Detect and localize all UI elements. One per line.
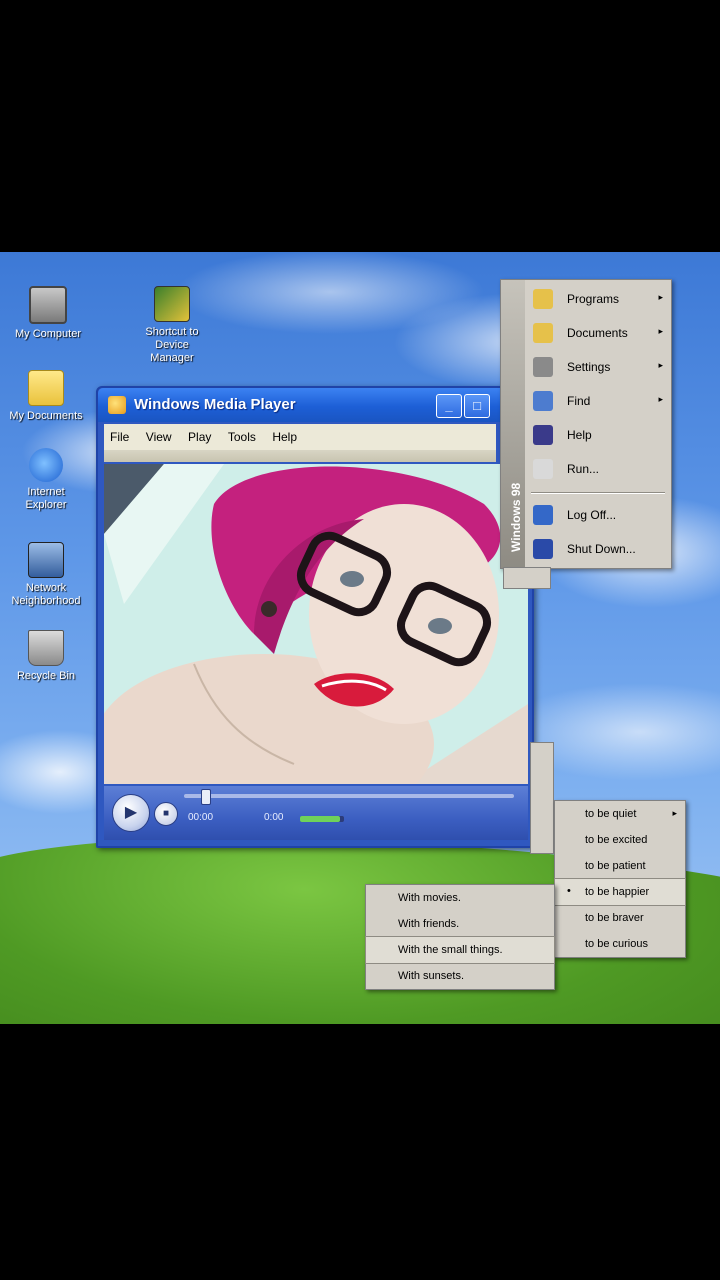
submenu-arrow-icon: ▸ (658, 326, 663, 336)
menu-item[interactable]: to be excited (555, 827, 685, 853)
start-menu-item-label: Log Off... (567, 508, 617, 522)
folder-icon (28, 370, 64, 406)
start-menu-item[interactable]: Help (529, 420, 669, 450)
playback-controls: ▶ ■ 00:00 0:00 (104, 786, 528, 840)
menu-item[interactable]: • to be happier (554, 878, 686, 906)
start-menu-item[interactable]: Documents ▸ (529, 318, 669, 348)
menu-item-label: to be curious (585, 938, 648, 950)
window-title: Windows Media Player (134, 396, 296, 413)
submenu-with: With movies. With friends. With the small … (365, 884, 555, 990)
desktop-icon-my-computer[interactable]: My Computer (8, 286, 88, 341)
find-icon (533, 391, 553, 411)
log-off-icon (533, 505, 553, 525)
title-bar[interactable]: Windows Media Player _ □ (98, 388, 532, 422)
start-menu-item[interactable]: Run... (529, 454, 669, 484)
menu-item[interactable]: to be patient (555, 853, 685, 879)
programs-icon (533, 289, 553, 309)
bullet-icon: • (567, 885, 571, 897)
seek-bar[interactable] (184, 789, 514, 805)
menu-item-label: With sunsets. (398, 970, 465, 982)
stop-button[interactable]: ■ (154, 802, 178, 826)
menu-item[interactable]: With movies. (366, 885, 554, 911)
menu-file[interactable]: File (110, 430, 129, 444)
device-manager-icon (154, 286, 190, 322)
start-menu-item-label: Find (567, 394, 591, 408)
start-menu-item-label: Programs (567, 292, 620, 306)
menu-tools[interactable]: Tools (228, 430, 256, 444)
menu-play[interactable]: Play (188, 430, 211, 444)
submenu-arrow-icon: ▸ (658, 360, 663, 370)
volume-level (300, 816, 340, 822)
start-menu-item[interactable]: Programs ▸ (529, 284, 669, 314)
settings-icon (533, 357, 553, 377)
help-icon (533, 425, 553, 445)
menu-bar: File View Play Tools Help (104, 424, 496, 451)
menu-item[interactable]: With friends. (366, 911, 554, 937)
toolbar-strip (104, 450, 496, 462)
start-button-fragment[interactable] (503, 567, 551, 589)
submenu-to-be: to be quiet ▸ to be excited to be patient • t… (554, 800, 686, 958)
menu-item-label: to be happier (585, 886, 650, 898)
start-menu-item-label: Help (567, 428, 592, 442)
start-menu-band: Windows 98 (501, 280, 525, 568)
menu-item-label: to be patient (585, 860, 646, 872)
minimize-button[interactable]: _ (436, 394, 462, 418)
internet-explorer-icon (29, 448, 63, 482)
menu-item[interactable]: With sunsets. (366, 963, 554, 989)
menu-item[interactable]: With the small things. (365, 936, 555, 964)
submenu-arrow-icon: ▸ (672, 808, 677, 818)
desktop-icon-recycle-bin[interactable]: Recycle Bin (6, 630, 86, 683)
start-menu: Windows 98 Programs ▸ Documents ▸ Settings ▸ F… (500, 279, 672, 569)
menu-item[interactable]: to be curious (555, 931, 685, 957)
seek-thumb[interactable] (200, 789, 211, 805)
menu-item-label: to be excited (585, 834, 648, 846)
menu-help[interactable]: Help (272, 430, 297, 444)
desktop-icon-network[interactable]: Network Neighborhood (6, 542, 86, 608)
desktop-icon-internet-explorer[interactable]: Internet Explorer (6, 448, 86, 512)
maximize-button[interactable]: □ (464, 394, 490, 418)
desktop-icon-my-documents[interactable]: My Documents (6, 370, 86, 423)
status-text: 0:00 (264, 812, 284, 823)
media-player-window[interactable]: Windows Media Player _ □ File View Play … (96, 386, 534, 848)
start-menu-item-label: Shut Down... (567, 542, 636, 556)
recycle-bin-icon (28, 630, 64, 666)
submenu-arrow-icon: ▸ (658, 292, 663, 302)
network-icon (28, 542, 64, 578)
start-menu-item-label: Run... (567, 462, 600, 476)
documents-icon (533, 323, 553, 343)
play-button[interactable]: ▶ (112, 794, 150, 832)
elapsed-time: 00:00 (188, 812, 214, 823)
desktop-icon-device-manager[interactable]: Shortcut to Device Manager (132, 286, 212, 365)
start-menu-item-label: Settings (567, 360, 611, 374)
start-menu-item[interactable]: Find ▸ (529, 386, 669, 416)
computer-icon (29, 286, 67, 324)
menu-item-label: to be quiet (585, 808, 637, 820)
menu-edge (530, 742, 554, 854)
menu-item-label: to be braver (585, 912, 644, 924)
menu-view[interactable]: View (146, 430, 172, 444)
start-menu-item-label: Documents (567, 326, 628, 340)
menu-item[interactable]: to be braver (555, 905, 685, 931)
media-player-icon (108, 396, 126, 414)
submenu-arrow-icon: ▸ (658, 394, 663, 404)
menu-item-label: With movies. (398, 892, 461, 904)
run-icon (533, 459, 553, 479)
volume-slider[interactable] (300, 816, 344, 822)
start-menu-item[interactable]: Settings ▸ (529, 352, 669, 382)
video-frame (104, 464, 528, 784)
menu-item-label: With friends. (398, 918, 460, 930)
shut-down-icon (533, 539, 553, 559)
start-menu-separator (531, 492, 665, 494)
menu-item[interactable]: to be quiet ▸ (555, 801, 685, 827)
start-menu-item[interactable]: Log Off... (529, 500, 669, 530)
start-menu-item[interactable]: Shut Down... (529, 534, 669, 564)
video-display[interactable] (104, 464, 528, 784)
menu-item-label: With the small things. (398, 944, 503, 956)
desktop: My Computer Shortcut to Device Manager M… (0, 252, 720, 1024)
